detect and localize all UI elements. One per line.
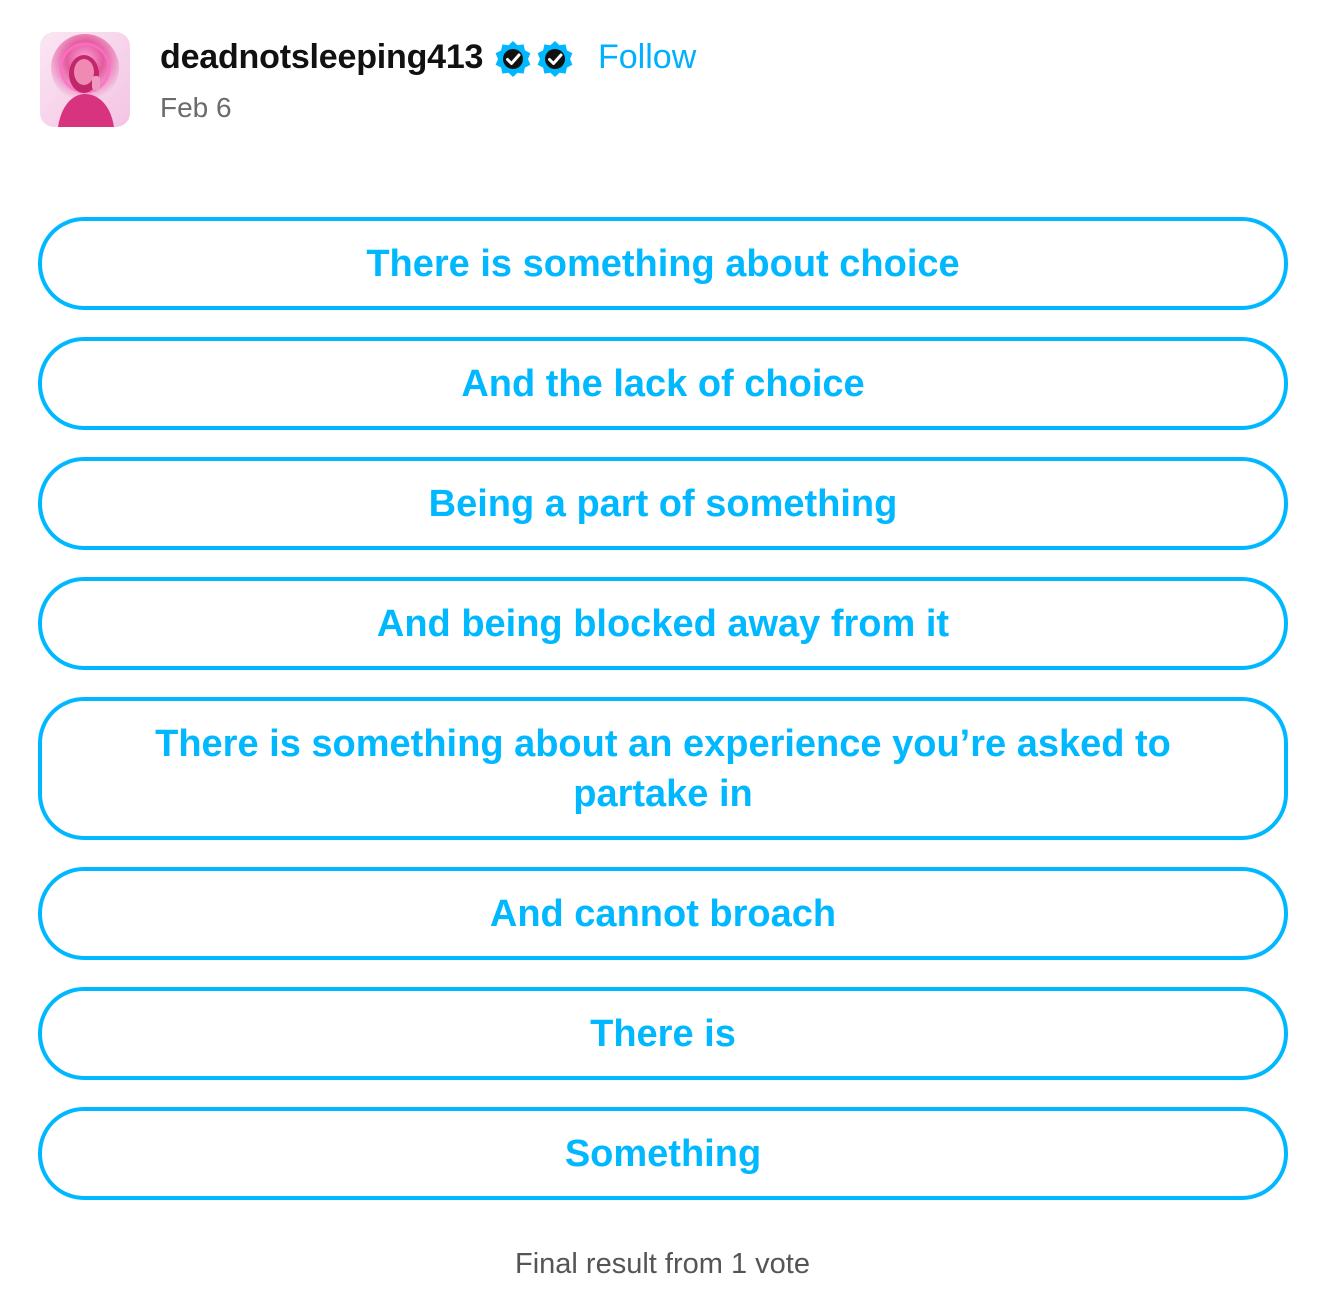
post-header: deadnotsleeping413 Follow Feb 6 (40, 30, 940, 130)
avatar[interactable] (40, 32, 130, 127)
poll-option[interactable]: Something (38, 1107, 1288, 1200)
poll-options: There is something about choice And the … (38, 217, 1288, 1227)
post-date: Feb 6 (160, 92, 232, 123)
verified-badge-icon (535, 39, 575, 79)
username[interactable]: deadnotsleeping413 (160, 38, 483, 77)
poll-option[interactable]: There is something about choice (38, 217, 1288, 310)
poll-option[interactable]: And cannot broach (38, 867, 1288, 960)
poll-option[interactable]: And the lack of choice (38, 337, 1288, 430)
verified-badges (493, 39, 575, 79)
poll-post: deadnotsleeping413 Follow Feb 6 There is… (0, 0, 1335, 1309)
poll-option[interactable]: There is (38, 987, 1288, 1080)
poll-result-text: Final result from 1 vote (515, 1248, 810, 1280)
poll-option[interactable]: There is something about an experience y… (38, 697, 1288, 840)
poll-option[interactable]: And being blocked away from it (38, 577, 1288, 670)
poll-option[interactable]: Being a part of something (38, 457, 1288, 550)
verified-badge-icon (493, 39, 533, 79)
follow-button[interactable]: Follow (598, 38, 696, 77)
